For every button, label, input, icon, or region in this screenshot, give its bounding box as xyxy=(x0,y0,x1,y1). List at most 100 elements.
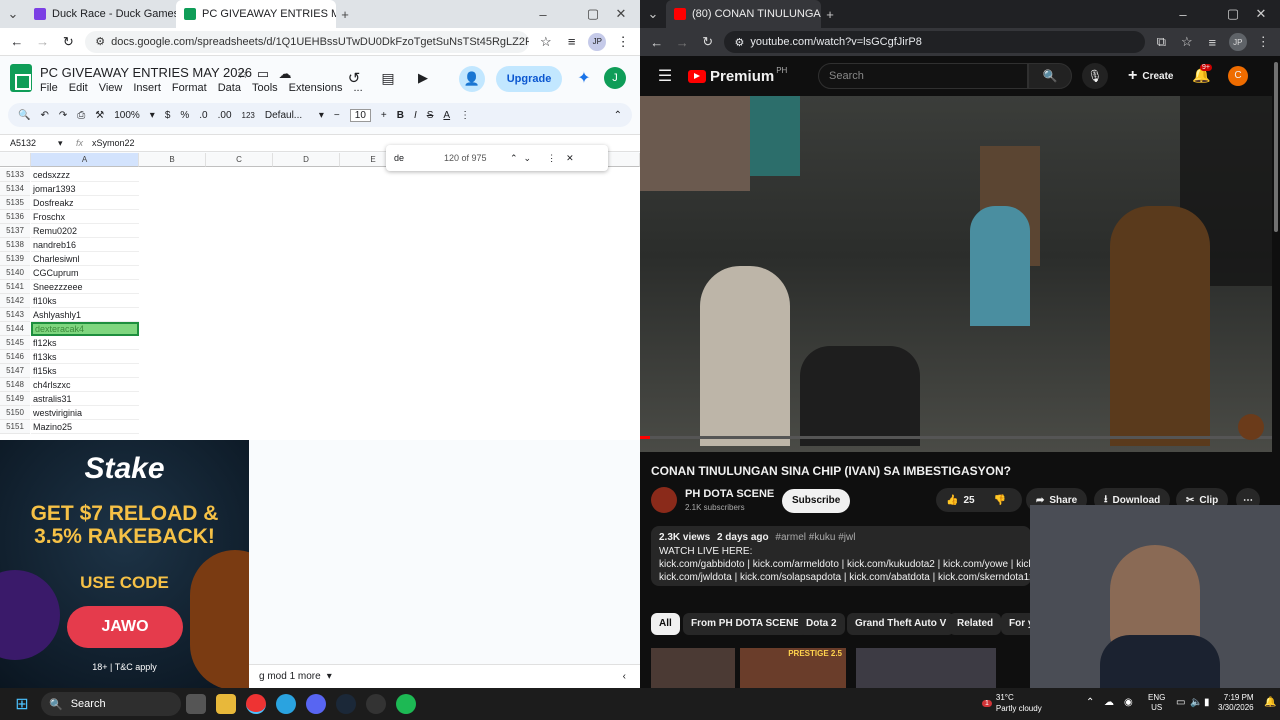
row-header[interactable]: 5147 xyxy=(0,364,30,378)
font-select[interactable]: Defaul... xyxy=(265,110,309,121)
cell[interactable]: Remu0202 xyxy=(31,224,139,238)
task-view-icon[interactable] xyxy=(186,694,206,714)
find-prev-icon[interactable]: ⌃ xyxy=(510,153,518,164)
reload-icon[interactable]: ↻ xyxy=(699,33,716,51)
cell[interactable]: jomar1393 xyxy=(31,182,139,196)
cell[interactable]: ch4rlszxc xyxy=(31,378,139,392)
reload-icon[interactable]: ↻ xyxy=(59,33,77,51)
menu-file[interactable]: File xyxy=(40,82,58,94)
new-tab-button[interactable]: + xyxy=(336,5,354,23)
forward-icon[interactable]: → xyxy=(34,33,52,51)
site-info-icon[interactable]: ⚙ xyxy=(95,35,105,48)
more-tools-icon[interactable]: ⋮ xyxy=(460,110,470,121)
file-explorer-icon[interactable] xyxy=(216,694,236,714)
cell[interactable]: Dosfreakz xyxy=(31,196,139,210)
menu-format[interactable]: Format xyxy=(172,82,207,94)
back-icon[interactable]: ← xyxy=(8,33,26,51)
cell[interactable]: CGCuprum xyxy=(31,266,139,280)
cell[interactable]: Sneezzzeee xyxy=(31,280,139,294)
name-box[interactable]: A5132 xyxy=(0,138,58,148)
stake-ad-overlay[interactable]: Stake GET $7 RELOAD & 3.5% RAKEBACK! USE… xyxy=(0,440,249,688)
cell[interactable]: cedsxzzz xyxy=(31,168,139,182)
cell[interactable]: fl13ks xyxy=(31,350,139,364)
network-icon[interactable]: ▭ xyxy=(1176,697,1185,708)
search-button[interactable]: 🔍 xyxy=(1028,63,1072,89)
site-info-icon[interactable]: ⚙ xyxy=(734,36,744,49)
bottom-text[interactable]: g mod 1 more xyxy=(259,671,321,682)
increase-decimal-button[interactable]: .00 xyxy=(218,110,232,121)
minimize-icon[interactable]: – xyxy=(534,5,552,23)
chip-related[interactable]: Related xyxy=(949,613,1002,635)
percent-button[interactable]: % xyxy=(180,110,189,121)
select-all-corner[interactable] xyxy=(0,153,31,167)
cell[interactable]: Mazino25 xyxy=(31,420,139,434)
menu-data[interactable]: Data xyxy=(218,82,241,94)
zoom-select[interactable]: 100% xyxy=(114,110,140,121)
print-icon[interactable]: ⎙ xyxy=(77,110,85,121)
forward-icon[interactable]: → xyxy=(673,33,690,51)
spreadsheet-grid[interactable]: A B C D E 5133 cedsxzzz 5134 jomar1393 5135 D… xyxy=(0,153,640,440)
obs-icon[interactable] xyxy=(366,694,386,714)
language-indicator[interactable]: ENG US xyxy=(1148,693,1165,713)
cell[interactable]: fl15ks xyxy=(31,364,139,378)
account-avatar[interactable]: J xyxy=(604,67,626,89)
decrease-decimal-button[interactable]: .0 xyxy=(199,110,207,121)
formula-input[interactable]: xSymon22 xyxy=(92,138,135,148)
row-header[interactable]: 5150 xyxy=(0,406,30,420)
progress-bar[interactable] xyxy=(640,436,1272,439)
row-header[interactable]: 5142 xyxy=(0,294,30,308)
share-people-icon[interactable]: 👤 xyxy=(459,66,485,92)
comments-icon[interactable]: ▤ xyxy=(379,69,397,87)
maximize-icon[interactable]: ▢ xyxy=(1224,5,1242,23)
menu-view[interactable]: View xyxy=(99,82,123,94)
spotify-icon[interactable] xyxy=(396,694,416,714)
tab-duck-race[interactable]: Duck Race - Duck Games ✕ xyxy=(26,0,176,28)
weather-widget[interactable]: 1 31°C Partly cloudy xyxy=(982,692,1042,714)
thumbnail[interactable] xyxy=(651,648,735,688)
strikethrough-button[interactable]: S xyxy=(427,110,434,121)
row-header[interactable]: 5149 xyxy=(0,392,30,406)
tab-pc-giveaway[interactable]: PC GIVEAWAY ENTRIES MAY 20 ✕ xyxy=(176,0,336,28)
row-header[interactable]: 5135 xyxy=(0,196,30,210)
chevron-down-icon[interactable]: ▾ xyxy=(58,138,76,149)
telegram-icon[interactable] xyxy=(276,694,296,714)
upgrade-button[interactable]: Upgrade xyxy=(496,66,562,92)
reading-list-icon[interactable]: ≡ xyxy=(1204,33,1221,51)
like-icon[interactable]: 👍 xyxy=(946,495,958,506)
maximize-icon[interactable]: ▢ xyxy=(584,5,602,23)
chip-gta5[interactable]: Grand Theft Auto V xyxy=(847,613,955,635)
back-icon[interactable]: ← xyxy=(648,33,665,51)
chip-all[interactable]: All xyxy=(651,613,680,635)
video-player[interactable] xyxy=(640,96,1272,452)
bookmark-star-icon[interactable]: ☆ xyxy=(1178,33,1195,51)
row-header[interactable]: 5134 xyxy=(0,182,30,196)
column-header-a[interactable]: A xyxy=(31,153,139,167)
thumbnail[interactable] xyxy=(856,648,996,688)
channel-avatar[interactable] xyxy=(651,487,677,513)
history-icon[interactable]: ↺ xyxy=(345,69,363,87)
row-header[interactable]: 5133 xyxy=(0,168,30,182)
font-size-input[interactable]: 10 xyxy=(349,108,371,122)
sheets-logo-icon[interactable] xyxy=(10,64,32,92)
steam-icon[interactable] xyxy=(336,694,356,714)
column-header-b[interactable]: B xyxy=(139,153,206,167)
doc-title[interactable]: PC GIVEAWAY ENTRIES MAY 2026 xyxy=(40,65,252,80)
chevron-down-icon[interactable]: ▾ xyxy=(150,110,155,121)
ad-code-button[interactable]: JAWO xyxy=(67,606,183,648)
row-header[interactable]: 5145 xyxy=(0,336,30,350)
tab-youtube[interactable]: (80) CONAN TINULUNGAN 🔊 ✕ xyxy=(666,0,821,28)
cell[interactable]: fl12ks xyxy=(31,336,139,350)
hashtags[interactable]: #armel #kuku #jwl xyxy=(775,532,855,543)
cell[interactable]: Froschx xyxy=(31,210,139,224)
clock[interactable]: 7:19 PM 3/30/2026 xyxy=(1218,693,1254,713)
redo-icon[interactable]: ↷ xyxy=(59,110,67,121)
dislike-icon[interactable]: 👎 xyxy=(994,495,1006,506)
volume-icon[interactable]: 🔈 xyxy=(1190,697,1202,708)
menu-edit[interactable]: Edit xyxy=(69,82,88,94)
tray-app-icon[interactable]: ☁ xyxy=(1104,697,1114,708)
close-window-icon[interactable]: ✕ xyxy=(612,5,630,23)
channel-name[interactable]: PH DOTA SCENE xyxy=(685,488,774,500)
row-header[interactable]: 5146 xyxy=(0,350,30,364)
tray-chevron-icon[interactable]: ⌃ xyxy=(1086,697,1094,708)
find-input[interactable]: de xyxy=(394,153,438,163)
